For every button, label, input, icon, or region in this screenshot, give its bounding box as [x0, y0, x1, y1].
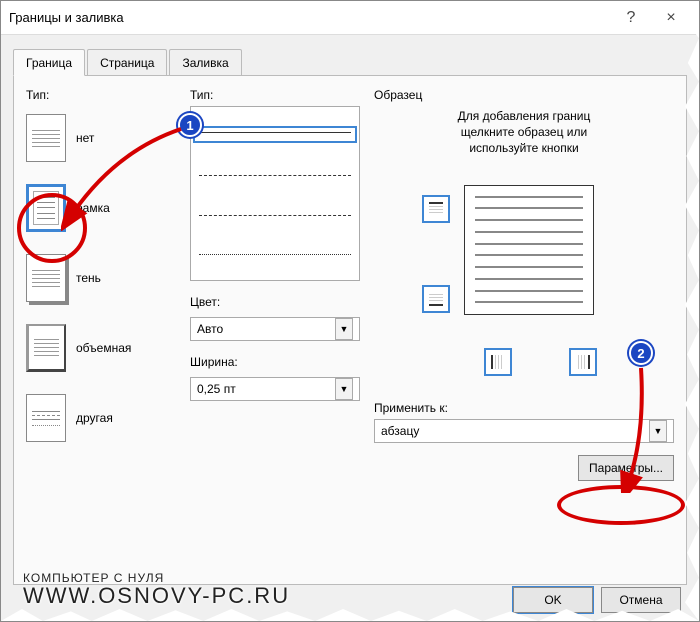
type-3d-icon [26, 324, 66, 372]
tab-page[interactable]: Страница [87, 49, 167, 76]
color-value: Авто [197, 322, 223, 336]
help-button[interactable]: ? [611, 2, 651, 34]
line-style-solid[interactable] [199, 132, 351, 137]
chevron-down-icon: ▼ [335, 318, 353, 340]
width-label: Ширина: [190, 355, 360, 369]
dialog-title: Границы и заливка [9, 10, 611, 25]
close-button[interactable]: × [651, 2, 691, 34]
type-none-label: нет [76, 131, 94, 145]
type-3d-label: объемная [76, 341, 131, 355]
color-select[interactable]: Авто ▼ [190, 317, 360, 341]
titlebar: Границы и заливка ? × [1, 1, 699, 35]
width-value: 0,25 пт [197, 382, 236, 396]
chevron-down-icon: ▼ [335, 378, 353, 400]
color-label: Цвет: [190, 295, 360, 309]
type-label: Тип: [26, 88, 176, 102]
line-style-list[interactable] [190, 106, 360, 281]
type-shadow-label: тень [76, 271, 101, 285]
type-box-icon [26, 184, 66, 232]
type-box-label: рамка [76, 201, 110, 215]
tab-fill[interactable]: Заливка [169, 49, 241, 76]
chevron-down-icon: ▼ [649, 420, 667, 442]
type-shadow-icon [26, 254, 66, 302]
line-style-dash-med[interactable] [199, 215, 351, 216]
style-label: Тип: [190, 88, 360, 102]
sample-label: Образец [374, 88, 674, 102]
preview-area [374, 175, 674, 365]
border-top-toggle[interactable] [422, 195, 450, 223]
border-right-toggle[interactable] [569, 348, 597, 376]
tab-border[interactable]: Граница [13, 49, 85, 76]
preview-page[interactable] [464, 185, 594, 315]
dialog-window: Границы и заливка ? × Граница Страница З… [0, 0, 700, 622]
dialog-footer: OK Отмена [513, 587, 681, 613]
apply-to-label: Применить к: [374, 401, 674, 415]
type-shadow[interactable]: тень [26, 254, 176, 302]
apply-to-value: абзацу [381, 424, 419, 438]
type-custom[interactable]: другая [26, 394, 176, 442]
ok-button[interactable]: OK [513, 587, 593, 613]
cancel-button[interactable]: Отмена [601, 587, 681, 613]
type-custom-icon [26, 394, 66, 442]
sample-hint: Для добавления границ щелкните образец и… [374, 108, 674, 157]
border-bottom-toggle[interactable] [422, 285, 450, 313]
type-box[interactable]: рамка [26, 184, 176, 232]
type-3d[interactable]: объемная [26, 324, 176, 372]
type-none-icon [26, 114, 66, 162]
options-button[interactable]: Параметры... [578, 455, 674, 481]
line-style-dash-long[interactable] [199, 175, 351, 176]
tab-content: Тип: нет рамка [13, 75, 687, 585]
width-select[interactable]: 0,25 пт ▼ [190, 377, 360, 401]
apply-to-select[interactable]: абзацу ▼ [374, 419, 674, 443]
type-none[interactable]: нет [26, 114, 176, 162]
line-style-dot[interactable] [199, 254, 351, 255]
tabstrip: Граница Страница Заливка [13, 49, 687, 76]
type-custom-label: другая [76, 411, 113, 425]
border-left-toggle[interactable] [484, 348, 512, 376]
